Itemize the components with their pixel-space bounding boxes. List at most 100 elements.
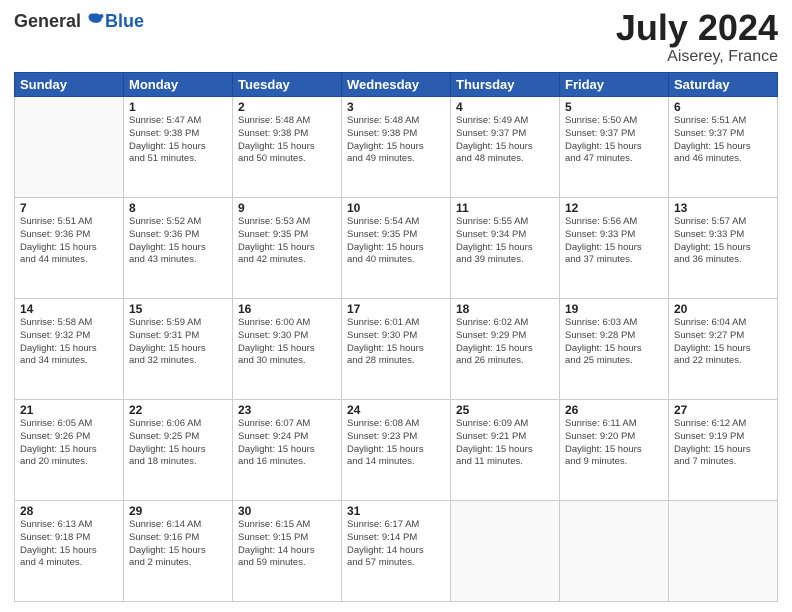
month-title: July 2024 (616, 10, 778, 46)
header: General Blue July 2024 Aiserey, France (14, 10, 778, 66)
day-info: Sunrise: 6:03 AMSunset: 9:28 PMDaylight:… (565, 317, 663, 368)
header-friday: Friday (560, 73, 669, 97)
logo-bird-icon (83, 10, 105, 32)
calendar-week-row: 28Sunrise: 6:13 AMSunset: 9:18 PMDayligh… (15, 501, 778, 602)
day-number: 28 (20, 504, 118, 518)
calendar-week-row: 14Sunrise: 5:58 AMSunset: 9:32 PMDayligh… (15, 299, 778, 400)
calendar-day-cell: 19Sunrise: 6:03 AMSunset: 9:28 PMDayligh… (560, 299, 669, 400)
day-info: Sunrise: 5:53 AMSunset: 9:35 PMDaylight:… (238, 216, 336, 267)
day-number: 7 (20, 201, 118, 215)
calendar-day-cell: 20Sunrise: 6:04 AMSunset: 9:27 PMDayligh… (669, 299, 778, 400)
day-info: Sunrise: 6:11 AMSunset: 9:20 PMDaylight:… (565, 418, 663, 469)
calendar-day-cell: 17Sunrise: 6:01 AMSunset: 9:30 PMDayligh… (342, 299, 451, 400)
calendar-day-cell (560, 501, 669, 602)
calendar-day-cell: 11Sunrise: 5:55 AMSunset: 9:34 PMDayligh… (451, 198, 560, 299)
day-number: 13 (674, 201, 772, 215)
calendar-day-cell: 4Sunrise: 5:49 AMSunset: 9:37 PMDaylight… (451, 97, 560, 198)
logo-general-text: General (14, 11, 81, 32)
page: General Blue July 2024 Aiserey, France S… (0, 0, 792, 612)
title-block: July 2024 Aiserey, France (616, 10, 778, 66)
header-tuesday: Tuesday (233, 73, 342, 97)
day-info: Sunrise: 5:51 AMSunset: 9:36 PMDaylight:… (20, 216, 118, 267)
day-number: 23 (238, 403, 336, 417)
calendar-day-cell: 3Sunrise: 5:48 AMSunset: 9:38 PMDaylight… (342, 97, 451, 198)
calendar-day-cell: 28Sunrise: 6:13 AMSunset: 9:18 PMDayligh… (15, 501, 124, 602)
day-number: 25 (456, 403, 554, 417)
day-info: Sunrise: 6:12 AMSunset: 9:19 PMDaylight:… (674, 418, 772, 469)
calendar-day-cell (15, 97, 124, 198)
day-info: Sunrise: 5:52 AMSunset: 9:36 PMDaylight:… (129, 216, 227, 267)
day-info: Sunrise: 6:05 AMSunset: 9:26 PMDaylight:… (20, 418, 118, 469)
calendar-week-row: 1Sunrise: 5:47 AMSunset: 9:38 PMDaylight… (15, 97, 778, 198)
day-info: Sunrise: 5:50 AMSunset: 9:37 PMDaylight:… (565, 115, 663, 166)
calendar-day-cell: 9Sunrise: 5:53 AMSunset: 9:35 PMDaylight… (233, 198, 342, 299)
calendar-day-cell: 23Sunrise: 6:07 AMSunset: 9:24 PMDayligh… (233, 400, 342, 501)
day-number: 15 (129, 302, 227, 316)
day-number: 2 (238, 100, 336, 114)
day-info: Sunrise: 6:01 AMSunset: 9:30 PMDaylight:… (347, 317, 445, 368)
day-number: 3 (347, 100, 445, 114)
header-thursday: Thursday (451, 73, 560, 97)
day-info: Sunrise: 6:06 AMSunset: 9:25 PMDaylight:… (129, 418, 227, 469)
calendar-day-cell: 16Sunrise: 6:00 AMSunset: 9:30 PMDayligh… (233, 299, 342, 400)
day-number: 12 (565, 201, 663, 215)
day-info: Sunrise: 5:48 AMSunset: 9:38 PMDaylight:… (347, 115, 445, 166)
calendar-week-row: 21Sunrise: 6:05 AMSunset: 9:26 PMDayligh… (15, 400, 778, 501)
calendar-day-cell: 1Sunrise: 5:47 AMSunset: 9:38 PMDaylight… (124, 97, 233, 198)
day-number: 5 (565, 100, 663, 114)
day-number: 18 (456, 302, 554, 316)
day-info: Sunrise: 6:07 AMSunset: 9:24 PMDaylight:… (238, 418, 336, 469)
day-info: Sunrise: 5:54 AMSunset: 9:35 PMDaylight:… (347, 216, 445, 267)
day-number: 17 (347, 302, 445, 316)
day-number: 22 (129, 403, 227, 417)
day-info: Sunrise: 6:00 AMSunset: 9:30 PMDaylight:… (238, 317, 336, 368)
calendar-day-cell: 25Sunrise: 6:09 AMSunset: 9:21 PMDayligh… (451, 400, 560, 501)
day-info: Sunrise: 6:08 AMSunset: 9:23 PMDaylight:… (347, 418, 445, 469)
day-info: Sunrise: 5:58 AMSunset: 9:32 PMDaylight:… (20, 317, 118, 368)
day-info: Sunrise: 5:59 AMSunset: 9:31 PMDaylight:… (129, 317, 227, 368)
calendar-day-cell (451, 501, 560, 602)
day-info: Sunrise: 6:13 AMSunset: 9:18 PMDaylight:… (20, 519, 118, 570)
header-sunday: Sunday (15, 73, 124, 97)
day-number: 1 (129, 100, 227, 114)
day-info: Sunrise: 6:14 AMSunset: 9:16 PMDaylight:… (129, 519, 227, 570)
logo: General Blue (14, 10, 144, 32)
logo-blue-text: Blue (105, 11, 144, 32)
day-info: Sunrise: 6:04 AMSunset: 9:27 PMDaylight:… (674, 317, 772, 368)
calendar-day-cell: 15Sunrise: 5:59 AMSunset: 9:31 PMDayligh… (124, 299, 233, 400)
day-number: 11 (456, 201, 554, 215)
calendar-day-cell: 29Sunrise: 6:14 AMSunset: 9:16 PMDayligh… (124, 501, 233, 602)
day-number: 10 (347, 201, 445, 215)
calendar-day-cell: 22Sunrise: 6:06 AMSunset: 9:25 PMDayligh… (124, 400, 233, 501)
calendar-day-cell (669, 501, 778, 602)
day-info: Sunrise: 5:57 AMSunset: 9:33 PMDaylight:… (674, 216, 772, 267)
header-saturday: Saturday (669, 73, 778, 97)
day-info: Sunrise: 6:09 AMSunset: 9:21 PMDaylight:… (456, 418, 554, 469)
day-number: 16 (238, 302, 336, 316)
day-number: 24 (347, 403, 445, 417)
day-info: Sunrise: 6:17 AMSunset: 9:14 PMDaylight:… (347, 519, 445, 570)
day-number: 8 (129, 201, 227, 215)
header-wednesday: Wednesday (342, 73, 451, 97)
calendar-day-cell: 24Sunrise: 6:08 AMSunset: 9:23 PMDayligh… (342, 400, 451, 501)
day-number: 29 (129, 504, 227, 518)
day-info: Sunrise: 5:51 AMSunset: 9:37 PMDaylight:… (674, 115, 772, 166)
day-number: 26 (565, 403, 663, 417)
day-info: Sunrise: 5:49 AMSunset: 9:37 PMDaylight:… (456, 115, 554, 166)
day-info: Sunrise: 6:15 AMSunset: 9:15 PMDaylight:… (238, 519, 336, 570)
day-info: Sunrise: 5:56 AMSunset: 9:33 PMDaylight:… (565, 216, 663, 267)
day-number: 14 (20, 302, 118, 316)
calendar-day-cell: 31Sunrise: 6:17 AMSunset: 9:14 PMDayligh… (342, 501, 451, 602)
calendar-table: Sunday Monday Tuesday Wednesday Thursday… (14, 72, 778, 602)
day-number: 31 (347, 504, 445, 518)
calendar-day-cell: 7Sunrise: 5:51 AMSunset: 9:36 PMDaylight… (15, 198, 124, 299)
day-number: 19 (565, 302, 663, 316)
calendar-day-cell: 12Sunrise: 5:56 AMSunset: 9:33 PMDayligh… (560, 198, 669, 299)
calendar-day-cell: 18Sunrise: 6:02 AMSunset: 9:29 PMDayligh… (451, 299, 560, 400)
day-info: Sunrise: 5:48 AMSunset: 9:38 PMDaylight:… (238, 115, 336, 166)
calendar-day-cell: 14Sunrise: 5:58 AMSunset: 9:32 PMDayligh… (15, 299, 124, 400)
day-info: Sunrise: 6:02 AMSunset: 9:29 PMDaylight:… (456, 317, 554, 368)
day-number: 20 (674, 302, 772, 316)
calendar-day-cell: 21Sunrise: 6:05 AMSunset: 9:26 PMDayligh… (15, 400, 124, 501)
day-number: 6 (674, 100, 772, 114)
